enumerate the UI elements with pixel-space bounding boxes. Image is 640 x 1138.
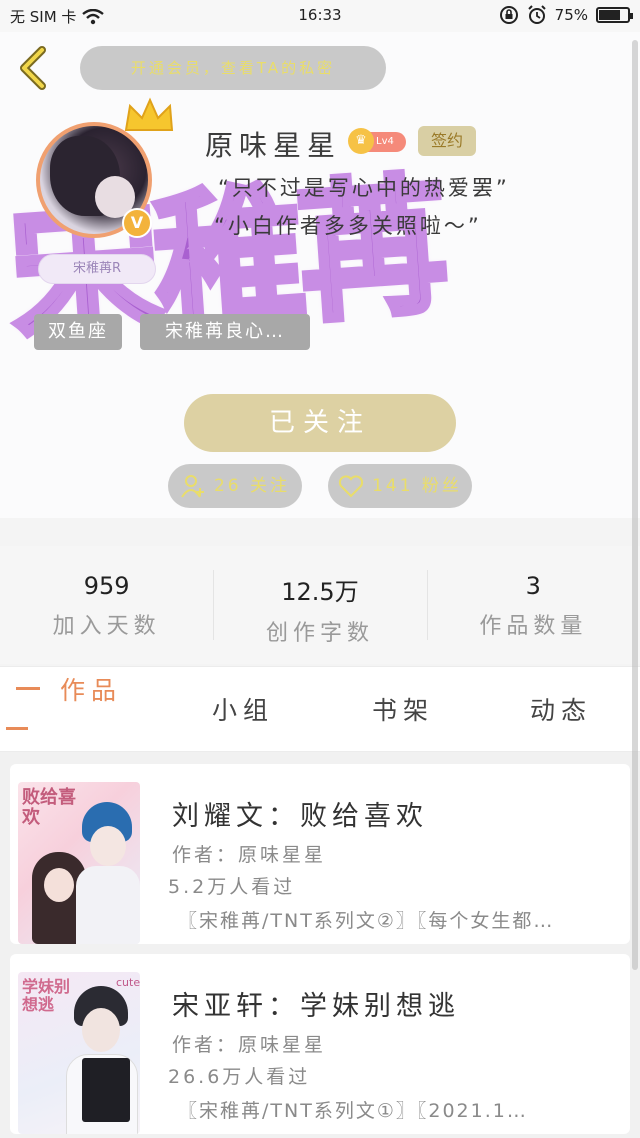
cover-title: 学妹别想逃 (22, 977, 71, 1014)
nameplate: 宋稚苒R (38, 254, 156, 284)
stat-value: 12.5万 (281, 578, 359, 606)
tab-bar: 作品 小组 书架 动态 (0, 666, 640, 752)
username: 原味星星 (205, 129, 342, 162)
book-tags: 〖宋稚苒/TNT系列文①〗〖2021.1… (178, 1100, 528, 1122)
cover-title: 败给喜欢 (22, 787, 76, 828)
crown-icon (124, 97, 174, 131)
heart-icon (338, 475, 364, 498)
tab-groups[interactable]: 小组 (212, 691, 274, 727)
rotation-lock-icon (499, 6, 518, 24)
cover-notebook (82, 1058, 130, 1122)
book-title[interactable]: 刘耀文：败给喜欢 (172, 794, 428, 833)
motto-line-1: “只不过是写心中的热爱罢” (218, 176, 510, 200)
back-arrow-icon[interactable] (14, 46, 54, 90)
fans-button[interactable]: 141 粉丝 (328, 464, 472, 508)
stat-value: 3 (525, 572, 541, 600)
book-tags: 〖宋稚苒/TNT系列文②〗〖每个女生都… (178, 910, 555, 932)
work-card[interactable]: 败给喜欢 刘耀文：败给喜欢 作者：原味星星 5.2万人看过 〖宋稚苒/TNT系列… (10, 764, 630, 944)
stat-works: 3 作品数量 (426, 546, 640, 664)
signed-tag: 签约 (418, 126, 476, 156)
work-card[interactable]: 学妹别想逃 cute 宋亚轩：学妹别想逃 作者：原味星星 26.6万人看过 〖宋… (10, 954, 630, 1134)
stat-value: 959 (83, 572, 130, 600)
tab-bookshelf[interactable]: 书架 (372, 691, 434, 727)
works-list: 败给喜欢 刘耀文：败给喜欢 作者：原味星星 5.2万人看过 〖宋稚苒/TNT系列… (0, 752, 640, 1138)
profile-header: 宋稚苒 开通会员，查看TA的私密 V 宋稚苒R 原味星星 Lv4 ♛ 签约 “只… (0, 32, 640, 518)
tab-works[interactable]: 作品 (60, 671, 122, 707)
vip-badge: V (122, 208, 152, 238)
book-cover[interactable]: 败给喜欢 (18, 782, 140, 944)
cover-girl-face (44, 868, 74, 902)
fans-count: 141 粉丝 (372, 476, 462, 496)
cover-boy-face (90, 826, 126, 866)
cover-boy-face (82, 1008, 120, 1052)
tag-zodiac[interactable]: 双鱼座 (34, 314, 122, 350)
vip-notice-button[interactable]: 开通会员，查看TA的私密 (80, 46, 386, 90)
battery-level (599, 10, 620, 20)
stat-days: 959 加入天数 (0, 546, 213, 664)
tag-group[interactable]: 宋稚苒良心… (140, 314, 310, 350)
stat-words: 12.5万 创作字数 (213, 546, 426, 664)
tab-indicator-top (16, 687, 40, 690)
book-views: 5.2万人看过 (168, 876, 296, 898)
following-count: 26 关注 (213, 476, 291, 496)
add-user-icon (181, 475, 204, 498)
book-title[interactable]: 宋亚轩：学妹别想逃 (172, 984, 460, 1023)
stats-row: 959 加入天数 12.5万 创作字数 3 作品数量 (0, 546, 640, 664)
book-author: 作者：原味星星 (172, 1034, 327, 1056)
stat-label: 加入天数 (52, 614, 161, 639)
level-crown-icon: ♛ (348, 128, 374, 154)
motto-line-2: “小白作者多多关照啦～” (214, 214, 482, 238)
battery-icon (596, 7, 633, 23)
status-bar: 无 SIM 卡 16:33 75% (0, 0, 640, 32)
scrollbar[interactable] (632, 40, 638, 970)
following-button[interactable]: 26 关注 (168, 464, 302, 508)
alarm-icon (527, 5, 546, 24)
book-views: 26.6万人看过 (168, 1066, 311, 1088)
cover-badge: cute (116, 976, 140, 989)
battery-percent: 75% (554, 6, 588, 24)
follow-button[interactable]: 已关注 (184, 394, 456, 452)
tab-activity[interactable]: 动态 (530, 691, 592, 727)
cover-boy-body (76, 866, 140, 944)
book-cover[interactable]: 学妹别想逃 cute (18, 972, 140, 1134)
stat-label: 创作字数 (265, 621, 374, 646)
stat-label: 作品数量 (479, 614, 588, 639)
tab-indicator-bottom (6, 727, 28, 730)
book-author: 作者：原味星星 (172, 844, 327, 866)
